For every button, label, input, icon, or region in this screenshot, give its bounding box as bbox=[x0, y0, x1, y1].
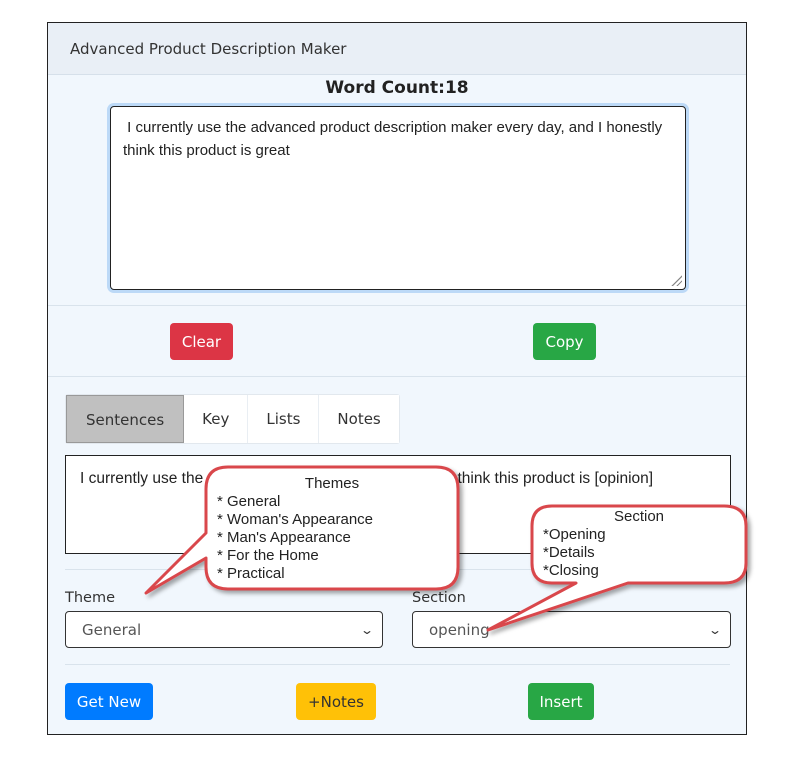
theme-selected-value: General bbox=[82, 621, 142, 639]
section-select[interactable]: opening ⌄ bbox=[412, 611, 731, 648]
get-new-button[interactable]: Get New bbox=[65, 683, 153, 720]
product-description-card: Advanced Product Description Maker Word … bbox=[47, 22, 747, 735]
sentence-preview[interactable]: I currently use the ly think this produc… bbox=[65, 455, 731, 554]
sentence-text-left: I currently use the bbox=[80, 470, 204, 487]
tab-key[interactable]: Key bbox=[184, 395, 249, 443]
tab-bar: Sentences Key Lists Notes bbox=[65, 394, 400, 444]
divider bbox=[48, 376, 746, 377]
add-notes-button[interactable]: +Notes bbox=[296, 683, 376, 720]
divider bbox=[65, 569, 730, 570]
divider bbox=[65, 664, 730, 665]
section-label: Section bbox=[412, 590, 466, 606]
word-count: Word Count:18 bbox=[325, 78, 469, 98]
divider bbox=[48, 305, 746, 306]
tab-notes[interactable]: Notes bbox=[319, 395, 399, 443]
insert-button[interactable]: Insert bbox=[528, 683, 594, 720]
tab-lists[interactable]: Lists bbox=[248, 395, 320, 443]
card-title: Advanced Product Description Maker bbox=[48, 23, 746, 75]
clear-button[interactable]: Clear bbox=[170, 323, 233, 360]
copy-button[interactable]: Copy bbox=[533, 323, 596, 360]
theme-label: Theme bbox=[65, 590, 116, 606]
chevron-down-icon: ⌄ bbox=[359, 623, 375, 637]
resize-handle-icon[interactable] bbox=[670, 274, 682, 286]
tab-sentences[interactable]: Sentences bbox=[66, 395, 185, 443]
theme-select[interactable]: General ⌄ bbox=[65, 611, 383, 648]
sentence-text-right: ly think this product is [opinion] bbox=[442, 470, 654, 487]
chevron-down-icon: ⌄ bbox=[707, 623, 723, 637]
description-textarea[interactable]: I currently use the advanced product des… bbox=[110, 106, 686, 290]
section-selected-value: opening bbox=[429, 621, 490, 639]
